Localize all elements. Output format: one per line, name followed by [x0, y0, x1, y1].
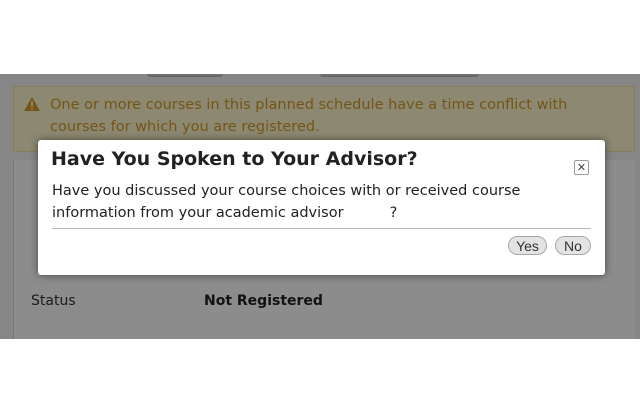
- close-icon[interactable]: ✕: [574, 160, 589, 175]
- yes-button[interactable]: Yes: [508, 236, 547, 255]
- dialog-title: Have You Spoken to Your Advisor?: [51, 148, 418, 170]
- dialog-message: Have you discussed your course choices w…: [52, 183, 526, 221]
- advisor-dialog: Have You Spoken to Your Advisor? ✕ Have …: [38, 140, 605, 275]
- no-button[interactable]: No: [555, 236, 591, 255]
- dialog-divider: [52, 228, 591, 229]
